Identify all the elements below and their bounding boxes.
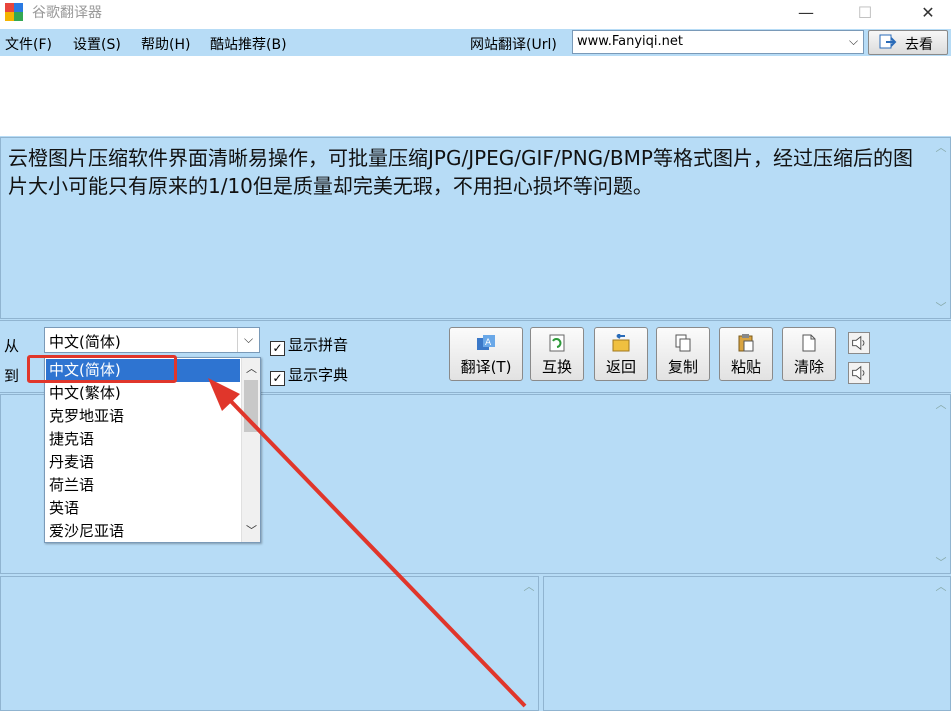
highlight-box: [27, 355, 177, 383]
menu-recommend[interactable]: 酷站推荐(B): [210, 34, 287, 54]
source-text-area[interactable]: 云橙图片压缩软件界面清晰易操作，可批量压缩JPG/JPEG/GIF/PNG/BM…: [0, 137, 951, 319]
back-label: 返回: [605, 358, 636, 376]
language-option[interactable]: 中文(繁体): [46, 382, 240, 405]
url-combo[interactable]: www.Fanyiqi.net ⌵: [572, 30, 864, 54]
minimize-button[interactable]: —: [783, 0, 829, 29]
menu-file[interactable]: 文件(F): [5, 34, 52, 54]
dropdown-scrollbar[interactable]: ︿ ﹀: [241, 358, 260, 542]
title-bar: 谷歌翻译器 — ☐ ✕: [0, 0, 951, 29]
swap-label: 互换: [541, 358, 572, 376]
language-option[interactable]: 丹麦语: [46, 451, 240, 474]
show-dict-label: 显示字典: [288, 366, 349, 384]
scrollbar-thumb[interactable]: [244, 380, 258, 432]
go-label: 去看: [905, 37, 933, 53]
close-button[interactable]: ✕: [905, 0, 951, 29]
menu-help[interactable]: 帮助(H): [141, 34, 190, 54]
to-label: 到: [4, 367, 20, 385]
speaker-icon[interactable]: [848, 362, 870, 384]
show-pinyin-checkbox[interactable]: ✓ 显示拼音: [270, 334, 348, 356]
maximize-button[interactable]: ☐: [842, 0, 888, 29]
paste-label: 粘贴: [730, 358, 761, 376]
scroll-down-icon[interactable]: ﹀: [242, 522, 261, 540]
url-value: www.Fanyiqi.net: [577, 34, 683, 49]
scroll-up-icon[interactable]: ︿: [242, 360, 261, 378]
language-dropdown-list[interactable]: 中文(简体) 中文(繁体) 克罗地亚语 捷克语 丹麦语 荷兰语 英语 爱沙尼亚语…: [44, 357, 261, 543]
swap-button[interactable]: 互换: [530, 327, 584, 381]
scroll-up-icon[interactable]: ︿: [520, 579, 538, 595]
scroll-down-icon[interactable]: ﹀: [932, 300, 950, 316]
clear-icon: [802, 334, 816, 352]
menu-settings[interactable]: 设置(S): [73, 34, 121, 54]
translate-icon: A: [477, 335, 495, 350]
copy-icon: [675, 334, 691, 352]
checkmark-icon: ✓: [270, 341, 285, 356]
language-option[interactable]: 荷兰语: [46, 474, 240, 497]
scroll-up-icon[interactable]: ︿: [932, 579, 950, 595]
scroll-up-icon[interactable]: ︿: [932, 397, 950, 413]
language-option[interactable]: 英语: [46, 497, 240, 520]
from-language-value: 中文(简体): [49, 333, 121, 351]
clear-label: 清除: [793, 358, 824, 376]
clear-button[interactable]: 清除: [782, 327, 836, 381]
source-text: 云橙图片压缩软件界面清晰易操作，可批量压缩JPG/JPEG/GIF/PNG/BM…: [8, 146, 913, 198]
web-view: [0, 56, 951, 136]
window-title: 谷歌翻译器: [32, 5, 102, 21]
show-dict-checkbox[interactable]: ✓ 显示字典: [270, 364, 348, 386]
language-option[interactable]: 捷克语: [46, 428, 240, 451]
copy-button[interactable]: 复制: [656, 327, 710, 381]
svg-text:A: A: [485, 338, 492, 348]
dictionary-scrollbar[interactable]: ︿: [932, 577, 950, 710]
copy-label: 复制: [667, 358, 698, 376]
scroll-up-icon[interactable]: ︿: [932, 140, 950, 156]
show-pinyin-label: 显示拼音: [288, 336, 349, 354]
back-button[interactable]: 返回: [594, 327, 648, 381]
from-label: 从: [4, 337, 20, 355]
speaker-icon[interactable]: [848, 332, 870, 354]
translate-label: 翻译(T): [460, 358, 512, 376]
chevron-down-icon[interactable]: ⌵: [844, 31, 863, 53]
back-icon: [612, 334, 630, 352]
url-label: 网站翻译(Url): [470, 37, 557, 53]
language-option[interactable]: 爱沙尼亚语: [46, 520, 240, 543]
translate-button[interactable]: A 翻译(T): [449, 327, 523, 381]
dictionary-area[interactable]: ︿: [543, 576, 951, 711]
go-icon: [879, 34, 897, 49]
pinyin-scrollbar[interactable]: ︿: [520, 577, 538, 710]
checkmark-icon: ✓: [270, 371, 285, 386]
app-logo-icon: [5, 3, 23, 21]
paste-icon: [738, 334, 754, 352]
pinyin-area[interactable]: ︿: [0, 576, 539, 711]
source-scrollbar[interactable]: ︿ ﹀: [932, 138, 950, 318]
go-button[interactable]: 去看: [868, 30, 948, 55]
swap-icon: [549, 334, 565, 352]
target-scrollbar[interactable]: ︿ ﹀: [932, 395, 950, 573]
scroll-down-icon[interactable]: ﹀: [932, 555, 950, 571]
chevron-down-icon[interactable]: ⌵: [237, 328, 259, 352]
language-option[interactable]: 克罗地亚语: [46, 405, 240, 428]
from-language-select[interactable]: 中文(简体) ⌵: [44, 327, 260, 353]
paste-button[interactable]: 粘贴: [719, 327, 773, 381]
